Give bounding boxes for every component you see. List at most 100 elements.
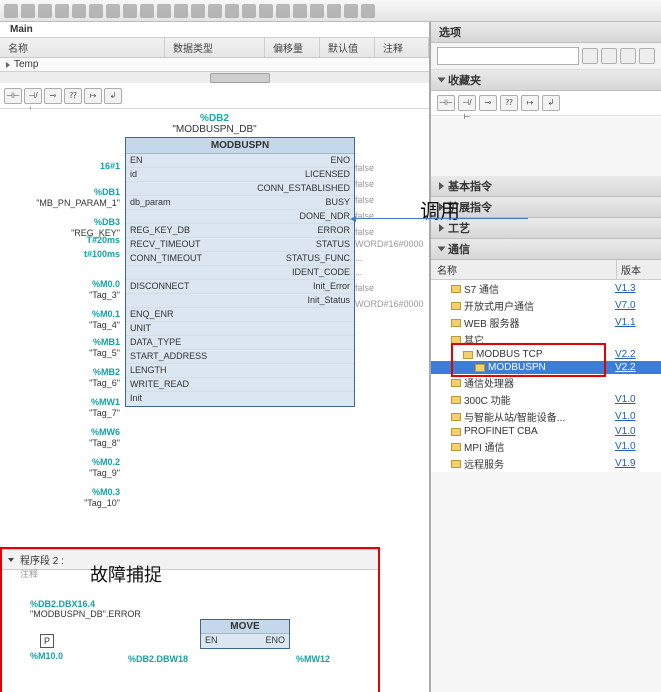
contact-nc-icon[interactable]: ⊣/⊢	[24, 88, 42, 104]
search-input[interactable]	[437, 47, 579, 65]
network-2-header[interactable]: 程序段 2 :	[2, 549, 378, 570]
network-canvas[interactable]: %DB2 "MODBUSPN_DB" MODBUSPN ENENO idLICE…	[0, 109, 429, 692]
fav-contact-no[interactable]: ⊣⊢	[437, 95, 455, 111]
tree-item[interactable]: 其它	[431, 331, 661, 348]
left-operand[interactable]: T#20ms	[0, 235, 120, 246]
tree-item[interactable]: 300C 功能V1.0	[431, 391, 661, 408]
toolbar-icon[interactable]	[123, 4, 137, 18]
left-operand[interactable]: %M0.1"Tag_4"	[0, 309, 120, 331]
section-ext[interactable]: 扩展指令	[431, 197, 661, 218]
toolbar-icon[interactable]	[293, 4, 307, 18]
branch-open-icon[interactable]: ↦	[84, 88, 102, 104]
left-operand[interactable]: 16#1	[0, 161, 120, 172]
fav-branch-open[interactable]: ↦	[521, 95, 539, 111]
right-operand[interactable]: false	[355, 211, 429, 222]
toolbar-icon[interactable]	[310, 4, 324, 18]
options-header[interactable]: 选项	[431, 22, 661, 43]
left-operand[interactable]: %M0.0"Tag_3"	[0, 279, 120, 301]
branch-close-icon[interactable]: ↲	[104, 88, 122, 104]
fav-contact-nc[interactable]: ⊣/⊢	[458, 95, 476, 111]
section-tech[interactable]: 工艺	[431, 218, 661, 239]
toolbar-icon[interactable]	[259, 4, 273, 18]
search-opt3-icon[interactable]	[620, 48, 636, 64]
toolbar-icon[interactable]	[106, 4, 120, 18]
tree-item[interactable]: MPI 通信V1.0	[431, 438, 661, 455]
left-operand[interactable]: %MW6"Tag_8"	[0, 427, 120, 449]
right-operand[interactable]: ...	[355, 253, 429, 264]
left-operand[interactable]: %MB1"Tag_5"	[0, 337, 120, 359]
block-tab[interactable]: Main	[0, 22, 429, 38]
tree-item[interactable]: 与智能从站/智能设备...V1.0	[431, 408, 661, 425]
search-opt-icon[interactable]	[582, 48, 598, 64]
tree-item[interactable]: PROFINET CBAV1.0	[431, 425, 661, 438]
right-operand[interactable]: false	[355, 283, 429, 294]
tree-col-name[interactable]: 名称	[431, 260, 617, 279]
left-operand[interactable]: %M0.2"Tag_9"	[0, 457, 120, 479]
toolbar-icon[interactable]	[208, 4, 222, 18]
right-operand[interactable]: ...	[355, 267, 429, 278]
right-operand[interactable]: WORD#16#0000	[355, 299, 429, 310]
left-operand[interactable]: %MB2"Tag_6"	[0, 367, 120, 389]
col-offset[interactable]: 偏移量	[265, 38, 320, 57]
toolbar-icon[interactable]	[21, 4, 35, 18]
toolbar-icon[interactable]	[344, 4, 358, 18]
tree-item[interactable]: 远程服务V1.9	[431, 455, 661, 472]
tree-item[interactable]: MODBUSPNV2.2	[431, 361, 661, 374]
toolbar-icon[interactable]	[225, 4, 239, 18]
right-operand[interactable]: false	[355, 227, 429, 238]
fb-call-box[interactable]: MODBUSPN ENENO idLICENSED CONN_ESTABLISH…	[125, 137, 355, 407]
toolbar-icon[interactable]	[140, 4, 154, 18]
col-default[interactable]: 默认值	[320, 38, 375, 57]
move-out-val[interactable]: %MW12	[296, 654, 330, 664]
left-operand[interactable]: %MW1"Tag_7"	[0, 397, 120, 419]
tree-col-ver[interactable]: 版本	[617, 260, 661, 279]
toolbar-icon[interactable]	[191, 4, 205, 18]
toolbar-icon[interactable]	[276, 4, 290, 18]
fav-box[interactable]: ⁇	[500, 95, 518, 111]
section-comm[interactable]: 通信	[431, 239, 661, 260]
contact-no-icon[interactable]: ⊣⊢	[4, 88, 22, 104]
tree-item[interactable]: 通信处理器	[431, 374, 661, 391]
hscroll-thumb[interactable]	[210, 73, 270, 83]
expand-icon[interactable]	[6, 62, 10, 68]
toolbar-icon[interactable]	[89, 4, 103, 18]
toolbar-icon[interactable]	[174, 4, 188, 18]
toolbar-icon[interactable]	[157, 4, 171, 18]
network-2-comment[interactable]: 注释	[20, 567, 38, 580]
left-operand[interactable]: %M0.3"Tag_10"	[0, 487, 120, 509]
favorites-header[interactable]: 收藏夹	[431, 70, 661, 91]
contact-symbol[interactable]: %DB2.DBX16.4	[30, 599, 95, 609]
refresh-icon[interactable]	[639, 48, 655, 64]
col-datatype[interactable]: 数据类型	[165, 38, 265, 57]
toolbar-icon[interactable]	[55, 4, 69, 18]
right-operand[interactable]: WORD#16#0000	[355, 239, 429, 250]
toolbar-icon[interactable]	[361, 4, 375, 18]
col-comment[interactable]: 注释	[375, 38, 429, 57]
move-in-val[interactable]: %DB2.DBW18	[128, 654, 188, 664]
right-operand[interactable]: false	[355, 163, 429, 174]
edge-p[interactable]: P	[40, 634, 54, 648]
toolbar-icon[interactable]	[327, 4, 341, 18]
collapse-icon[interactable]	[8, 558, 14, 562]
tree-item[interactable]: S7 通信V1.3	[431, 280, 661, 297]
tree-item[interactable]: MODBUS TCPV2.2	[431, 348, 661, 361]
col-name[interactable]: 名称	[0, 38, 165, 57]
box-icon[interactable]: ⁇	[64, 88, 82, 104]
right-operand[interactable]: false	[355, 195, 429, 206]
coil-icon[interactable]: ⊸	[44, 88, 62, 104]
left-operand[interactable]: %DB1"MB_PN_PARAM_1"	[0, 187, 120, 209]
fav-branch-close[interactable]: ↲	[542, 95, 560, 111]
interface-row-temp[interactable]: Temp	[0, 58, 429, 71]
tree-item[interactable]: 开放式用户通信V7.0	[431, 297, 661, 314]
toolbar-icon[interactable]	[242, 4, 256, 18]
right-operand[interactable]: false	[355, 179, 429, 190]
fav-coil[interactable]: ⊸	[479, 95, 497, 111]
toolbar-icon[interactable]	[4, 4, 18, 18]
hscroll[interactable]	[0, 71, 429, 83]
section-basic[interactable]: 基本指令	[431, 176, 661, 197]
move-box[interactable]: MOVE ENENO	[200, 619, 290, 649]
search-opt2-icon[interactable]	[601, 48, 617, 64]
edge-mem-sym[interactable]: %M10.0	[30, 651, 63, 661]
tree-item[interactable]: WEB 服务器V1.1	[431, 314, 661, 331]
left-operand[interactable]: t#100ms	[0, 249, 120, 260]
